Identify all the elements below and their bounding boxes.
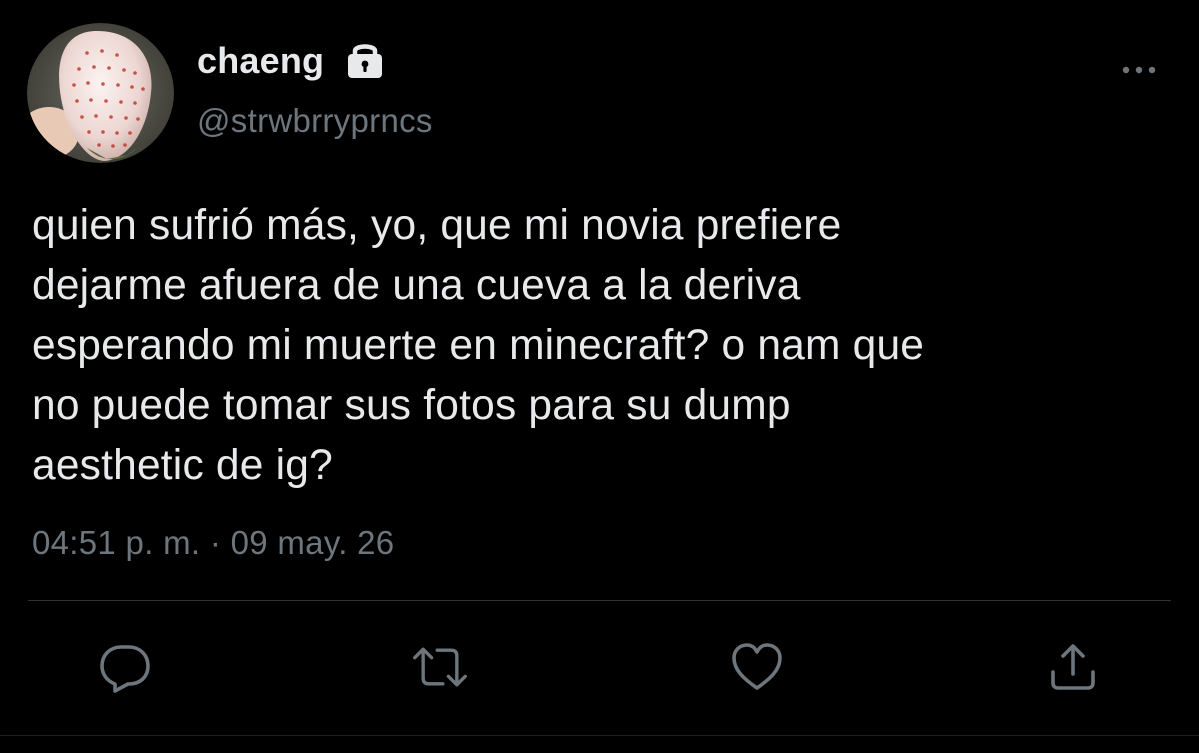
display-name[interactable]: chaeng	[197, 40, 324, 82]
user-handle[interactable]: @strwbrryprncs	[197, 102, 433, 140]
tweet-text: quien sufrió más, yo, que mi novia prefi…	[32, 202, 925, 489]
retweet-icon	[413, 647, 467, 687]
tweet-detail: chaeng @strwbrryprncs quien sufrió más, …	[0, 0, 1199, 753]
share-button[interactable]	[1044, 638, 1102, 696]
share-icon	[1051, 644, 1095, 690]
tweet-timestamp[interactable]: 04:51 p. m. · 09 may. 26	[32, 524, 394, 562]
reply-button[interactable]	[96, 638, 154, 696]
retweet-button[interactable]	[411, 638, 469, 696]
avatar[interactable]	[27, 23, 174, 163]
bottom-divider	[0, 735, 1199, 736]
heart-icon	[732, 643, 782, 690]
lock-icon	[344, 40, 386, 80]
more-icon[interactable]	[1116, 58, 1162, 82]
divider	[28, 600, 1171, 601]
like-button[interactable]	[728, 638, 786, 696]
reply-icon	[100, 645, 150, 693]
avatar-image	[27, 23, 174, 163]
